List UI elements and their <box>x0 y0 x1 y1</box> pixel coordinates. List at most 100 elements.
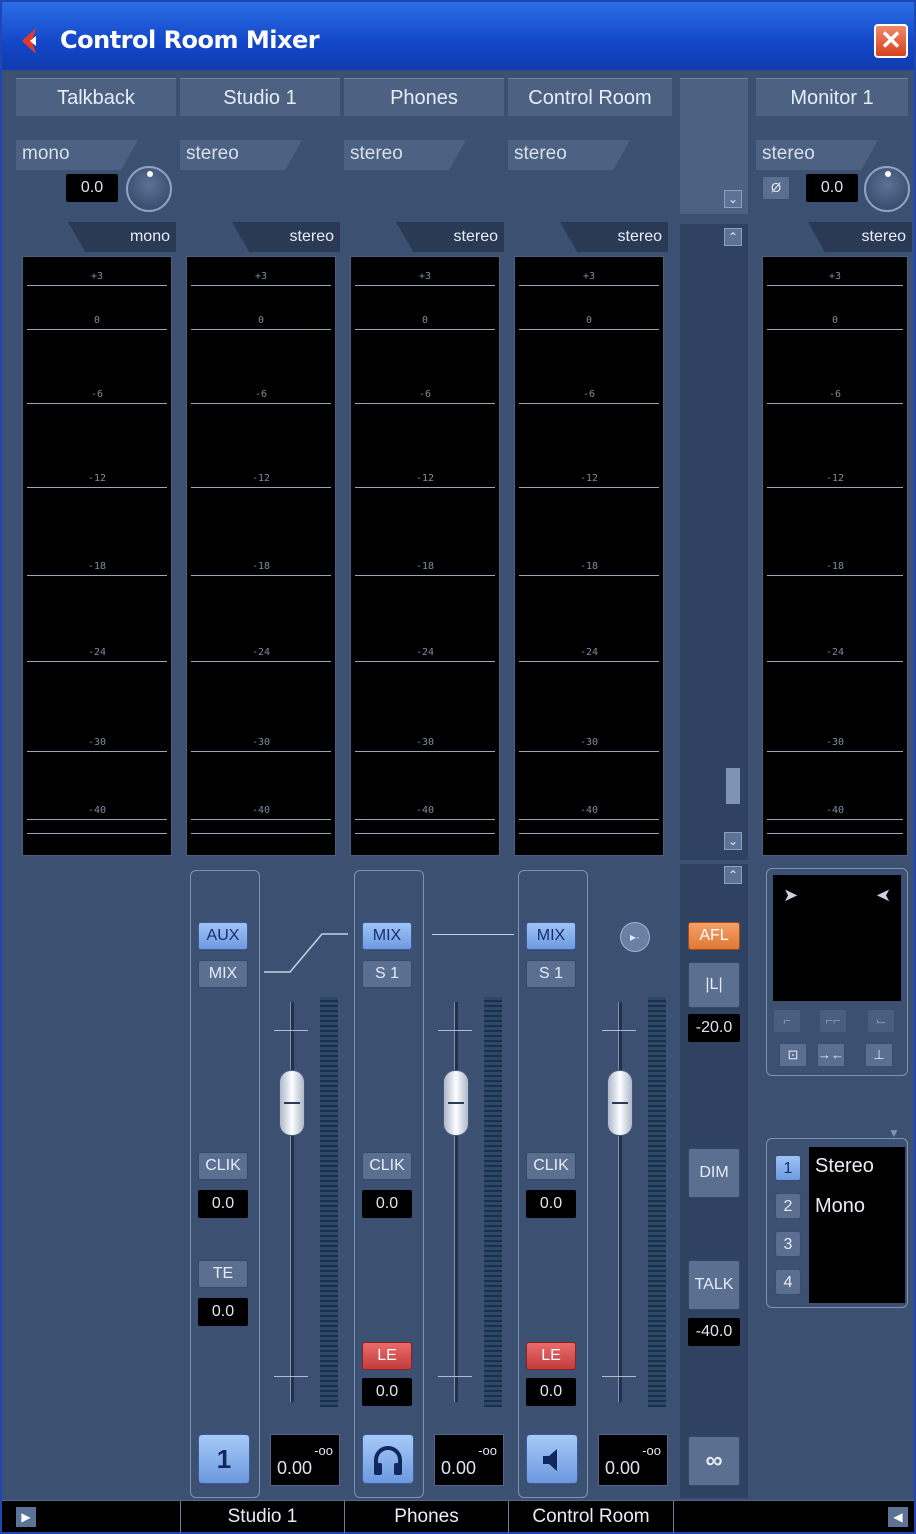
phones-fader-cap[interactable] <box>443 1070 469 1136</box>
close-icon[interactable]: ✕ <box>874 24 908 58</box>
studio1-fader-tick <box>274 1376 308 1377</box>
status-studio1[interactable]: Studio 1 <box>180 1501 344 1533</box>
center-icon[interactable]: ⊡ <box>779 1043 807 1067</box>
format-phones: stereo <box>344 140 466 170</box>
studio1-fader-track[interactable] <box>290 1002 294 1402</box>
title-bar[interactable]: Control Room Mixer ✕ <box>2 2 914 70</box>
meter-tab-control-room: stereo <box>560 222 668 252</box>
phones-s1-button[interactable]: S 1 <box>362 960 412 988</box>
meter-gridline <box>767 819 903 820</box>
monitor1-gain-knob[interactable] <box>864 166 910 212</box>
studio1-channel-button[interactable]: 1 <box>198 1434 250 1484</box>
pan-mode-icon[interactable]: ⌐ <box>773 1009 801 1033</box>
monitor-num-3[interactable]: 3 <box>775 1231 801 1257</box>
format-talkback-wrap: mono <box>16 140 138 170</box>
control-room-volume-display[interactable]: 0.00 -oo <box>598 1434 668 1486</box>
control-room-fader-cap[interactable] <box>607 1070 633 1136</box>
up-arrow-icon[interactable]: ⊥ <box>865 1043 893 1067</box>
chevron-up-icon[interactable]: ⌃ <box>724 228 742 246</box>
monitor-name-1[interactable]: Stereo <box>815 1155 874 1178</box>
listen-button[interactable]: |L| <box>688 962 740 1008</box>
studio1-volume-display[interactable]: 0.00 -oo <box>270 1434 340 1486</box>
phones-fader-tick <box>438 1376 472 1377</box>
monitor-num-1[interactable]: 1 <box>775 1155 801 1181</box>
studio1-peak-value: -oo <box>314 1443 333 1458</box>
meter-gridline <box>355 751 495 752</box>
studio1-te-button[interactable]: TE <box>198 1260 248 1288</box>
meter-gridline <box>355 661 495 662</box>
afl-level-value[interactable]: -20.0 <box>688 1014 740 1042</box>
control-room-le-value[interactable]: 0.0 <box>526 1378 576 1406</box>
studio1-aux-button[interactable]: AUX <box>198 922 248 950</box>
meter-type-icon[interactable] <box>726 768 740 804</box>
meter-gridline <box>355 329 495 330</box>
studio1-mix-button[interactable]: MIX <box>198 960 248 988</box>
header-monitor1[interactable]: Monitor 1 <box>756 78 908 116</box>
phones-volume-display[interactable]: 0.00 -oo <box>434 1434 504 1486</box>
pan-mode-icon[interactable]: ⌙ <box>867 1009 895 1033</box>
talkback-gain-knob[interactable] <box>126 166 172 212</box>
control-room-clik-button[interactable]: CLIK <box>526 1152 576 1180</box>
status-phones[interactable]: Phones <box>344 1501 508 1533</box>
status-control-room[interactable]: Control Room <box>508 1501 674 1533</box>
expand-left-icon[interactable]: ▶ <box>16 1507 36 1527</box>
control-room-le-button[interactable]: LE <box>526 1342 576 1370</box>
phones-le-button[interactable]: LE <box>362 1342 412 1370</box>
speaker-right-icon: ➤ <box>875 885 891 905</box>
phones-level-meter <box>484 997 502 1407</box>
studio1-clik-value[interactable]: 0.0 <box>198 1190 248 1218</box>
meter-gridline <box>519 751 659 752</box>
studio1-clik-button[interactable]: CLIK <box>198 1152 248 1180</box>
chevron-up-icon[interactable]: ⌃ <box>724 866 742 884</box>
phones-fader-track[interactable] <box>454 1002 458 1402</box>
source-link-line <box>432 934 514 935</box>
expand-right-icon[interactable]: ◀ <box>888 1507 908 1527</box>
format-control-room-wrap: stereo <box>508 140 630 170</box>
monitor-num-2[interactable]: 2 <box>775 1193 801 1219</box>
header-studio1[interactable]: Studio 1 <box>180 78 340 116</box>
speaker-icon[interactable] <box>526 1434 578 1484</box>
meter-scale-label: -6 <box>418 389 432 400</box>
talk-button[interactable]: TALK <box>688 1260 740 1310</box>
dim-button[interactable]: DIM <box>688 1148 740 1198</box>
pan-mode-icon[interactable]: ⌐⌐ <box>819 1009 847 1033</box>
phones-clik-button[interactable]: CLIK <box>362 1152 412 1180</box>
control-room-s1-button[interactable]: S 1 <box>526 960 576 988</box>
panner-pad[interactable]: ➤ ➤ <box>773 875 901 1001</box>
phones-clik-value[interactable]: 0.0 <box>362 1190 412 1218</box>
meter-gridline <box>27 819 167 820</box>
phase-invert-icon[interactable]: Ø <box>762 176 790 200</box>
meter-gridline <box>355 487 495 488</box>
control-room-clik-value[interactable]: 0.0 <box>526 1190 576 1218</box>
meter-tab-phones: stereo <box>396 222 504 252</box>
monitor1-gain-value[interactable]: 0.0 <box>806 174 858 202</box>
control-room-mix-button[interactable]: MIX <box>526 922 576 950</box>
talkback-gain-value[interactable]: 0.0 <box>66 174 118 202</box>
studio1-te-value[interactable]: 0.0 <box>198 1298 248 1326</box>
meter-scale-label: -12 <box>579 473 599 484</box>
studio1-fader-cap[interactable] <box>279 1070 305 1136</box>
meter-scale-label: -6 <box>582 389 596 400</box>
source-link-line <box>264 933 348 973</box>
monitor-num-4[interactable]: 4 <box>775 1269 801 1295</box>
chevron-down-icon[interactable]: ⌄ <box>724 832 742 850</box>
phones-mix-button[interactable]: MIX <box>362 922 412 950</box>
phones-le-value[interactable]: 0.0 <box>362 1378 412 1406</box>
header-talkback[interactable]: Talkback <box>16 78 176 116</box>
header-control-room[interactable]: Control Room <box>508 78 672 116</box>
chevron-down-icon[interactable]: ⌄ <box>724 190 742 208</box>
narrow-icon[interactable]: →← <box>817 1043 845 1067</box>
header-phones[interactable]: Phones <box>344 78 504 116</box>
headphones-icon[interactable] <box>362 1434 414 1484</box>
talk-level-value[interactable]: -40.0 <box>688 1318 740 1346</box>
link-icon[interactable]: ∞ <box>688 1436 740 1486</box>
meter-gridline <box>519 819 659 820</box>
control-room-fader-track[interactable] <box>618 1002 622 1402</box>
afl-button[interactable]: AFL <box>688 922 740 950</box>
meter-gridline <box>191 329 331 330</box>
play-icon[interactable]: ▸· <box>620 922 650 952</box>
meter-gridline <box>767 751 903 752</box>
monitor-name-2[interactable]: Mono <box>815 1195 865 1218</box>
meter-scale-label: 0 <box>831 315 839 326</box>
meter-gridline <box>27 487 167 488</box>
